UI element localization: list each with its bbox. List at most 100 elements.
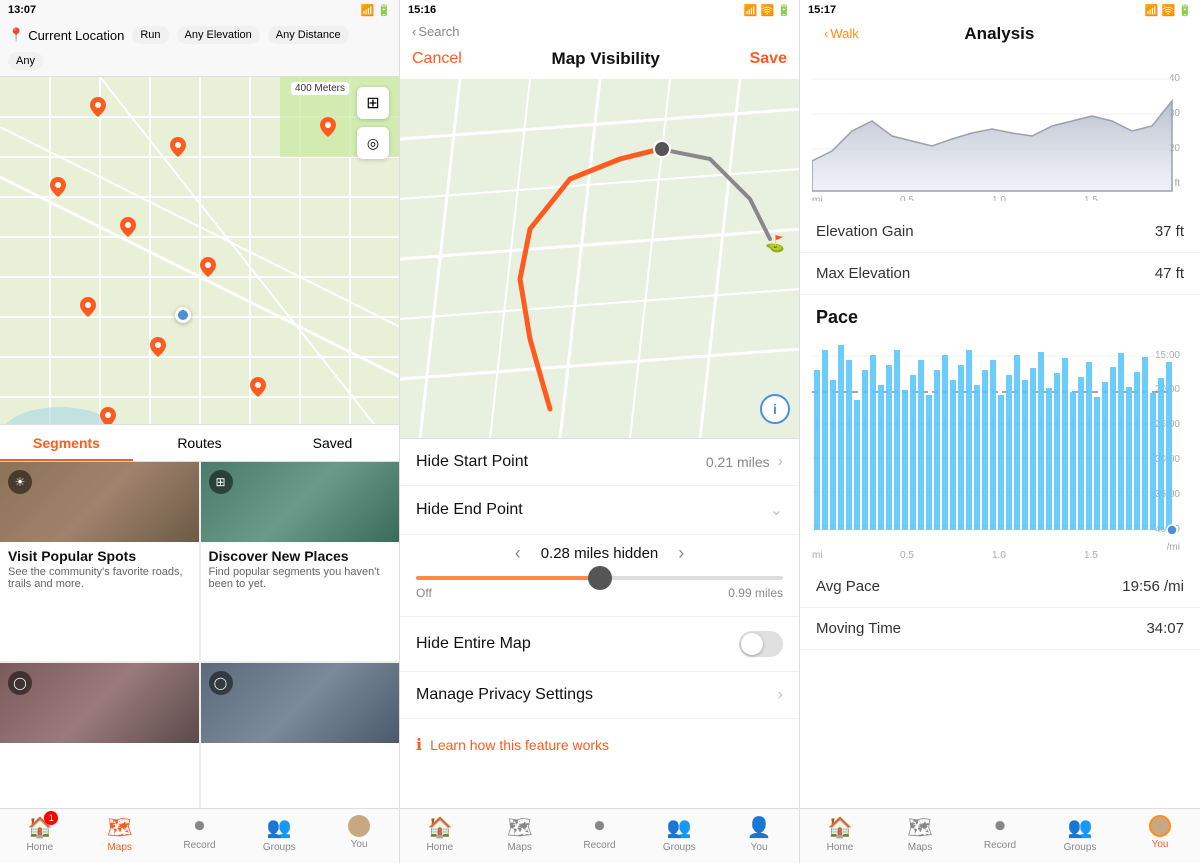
save-button[interactable]: Save xyxy=(750,50,787,68)
nav-groups-3[interactable]: 👥 Groups xyxy=(1040,815,1120,853)
avg-pace-value: 19:56 /mi xyxy=(1122,578,1184,595)
you-label-2: You xyxy=(751,842,768,853)
pace-title: Pace xyxy=(816,307,858,327)
time-1: 13:07 xyxy=(8,4,36,16)
filter-distance[interactable]: Any Distance xyxy=(268,26,349,44)
map-pin-4[interactable] xyxy=(120,217,136,242)
learn-row[interactable]: ℹ Learn how this feature works xyxy=(400,719,799,771)
elevation-gain-value: 37 ft xyxy=(1155,223,1184,240)
nav-home-2[interactable]: 🏠 Home xyxy=(400,815,480,853)
info-icon: ℹ xyxy=(416,735,422,755)
moving-time-row: Moving Time 34:07 xyxy=(800,608,1200,650)
nav-record-1[interactable]: ⏺ Record xyxy=(160,815,240,853)
back-label-2[interactable]: Search xyxy=(418,24,459,39)
nav-home-3[interactable]: 🏠 Home xyxy=(800,815,880,853)
nav-maps-1[interactable]: 🗺 Maps xyxy=(80,815,160,853)
page-title-2: Map Visibility xyxy=(552,49,660,69)
time-3: 15:17 xyxy=(808,4,836,16)
manage-privacy-row[interactable]: Manage Privacy Settings › xyxy=(400,672,799,719)
location-button[interactable]: 📍 Current Location xyxy=(8,27,124,43)
panel-map: 13:07 📶 🔋 📍 Current Location Run Any Ele… xyxy=(0,0,400,863)
nav-groups-2[interactable]: 👥 Groups xyxy=(639,815,719,853)
you-icon-2: 👤 xyxy=(747,815,772,840)
home-icon-2: 🏠 xyxy=(427,815,452,840)
tab-segments[interactable]: Segments xyxy=(0,425,133,461)
route-map[interactable]: ⛳ i mapbox xyxy=(400,79,799,439)
map-pin-7[interactable] xyxy=(150,337,166,362)
bottom-nav-3: 🏠 Home 🗺 Maps ⏺ Record 👥 Groups You xyxy=(800,808,1200,863)
card-popular-spots[interactable]: ☀ Visit Popular Spots See the community'… xyxy=(0,462,199,661)
nav-you-3[interactable]: You xyxy=(1120,815,1200,853)
card-body-1: Visit Popular Spots See the community's … xyxy=(0,542,199,596)
layers-button[interactable]: ⊞ xyxy=(357,87,389,119)
map-pin-8[interactable] xyxy=(250,377,266,402)
chevron-privacy: › xyxy=(778,686,783,704)
card-icon-3: ◯ xyxy=(8,671,32,695)
cancel-button[interactable]: Cancel xyxy=(412,50,462,68)
card-3[interactable]: ◯ xyxy=(0,663,199,808)
svg-text:1.0: 1.0 xyxy=(992,195,1006,201)
card-4[interactable]: ◯ xyxy=(201,663,400,808)
location-label: Current Location xyxy=(28,28,124,43)
map-pin-11[interactable] xyxy=(320,117,336,142)
you-label-1: You xyxy=(351,839,368,850)
slider-prev[interactable]: ‹ xyxy=(515,543,521,564)
groups-icon-2: 👥 xyxy=(667,815,692,840)
svg-text:mi: mi xyxy=(812,550,823,560)
nav-maps-2[interactable]: 🗺 Maps xyxy=(480,815,560,853)
nav-groups-1[interactable]: 👥 Groups xyxy=(239,815,319,853)
you-label-3: You xyxy=(1152,839,1169,850)
route-map-svg: ⛳ i mapbox xyxy=(400,79,799,439)
user-location xyxy=(175,307,191,323)
slider-thumb[interactable] xyxy=(588,566,612,590)
back-button-3[interactable]: ‹ Walk xyxy=(812,22,871,45)
map-pin-6[interactable] xyxy=(80,297,96,322)
nav-you-1[interactable]: You xyxy=(319,815,399,853)
location-icon: 📍 xyxy=(8,27,24,43)
hide-entire-toggle[interactable] xyxy=(739,631,783,657)
back-bar-2: ‹ Search xyxy=(400,20,799,43)
panel-analysis: 15:17 📶 🛜 🔋 ‹ Walk Analysis 40 30 20 ft xyxy=(800,0,1200,863)
nav-record-3[interactable]: ⏺ Record xyxy=(960,815,1040,853)
avatar-3 xyxy=(1149,815,1171,837)
max-elevation-value: 47 ft xyxy=(1155,265,1184,282)
hide-entire-map-row[interactable]: Hide Entire Map xyxy=(400,617,799,672)
map-pin-2[interactable] xyxy=(170,137,186,162)
map-pin-9[interactable] xyxy=(100,407,116,424)
svg-text:i: i xyxy=(773,401,777,417)
card-img-2: ⊞ xyxy=(201,462,400,542)
options-list: Hide Start Point 0.21 miles › Hide End P… xyxy=(400,439,799,808)
nav-record-2[interactable]: ⏺ Record xyxy=(560,815,640,853)
nav-you-2[interactable]: 👤 You xyxy=(719,815,799,853)
chevron-start: › xyxy=(778,453,783,471)
center-location-button[interactable]: ◎ xyxy=(357,127,389,159)
card-discover[interactable]: ⊞ Discover New Places Find popular segme… xyxy=(201,462,400,661)
tab-routes[interactable]: Routes xyxy=(133,425,266,461)
hide-start-label: Hide Start Point xyxy=(416,453,528,471)
nav-maps-3[interactable]: 🗺 Maps xyxy=(880,815,960,853)
toggle-knob xyxy=(741,633,763,655)
slider-container[interactable] xyxy=(416,576,783,580)
back-chevron-2: ‹ xyxy=(412,24,416,39)
filter-elevation[interactable]: Any Elevation xyxy=(177,26,260,44)
home-icon-1: 🏠1 xyxy=(27,815,52,840)
slider-next[interactable]: › xyxy=(678,543,684,564)
map-pin-3[interactable] xyxy=(50,177,66,202)
max-elevation-row: Max Elevation 47 ft xyxy=(800,253,1200,295)
map-pin-5[interactable] xyxy=(200,257,216,282)
map-view[interactable]: 400 Meters ⊞ ◎ xyxy=(0,77,399,424)
hide-start-point-row[interactable]: Hide Start Point 0.21 miles › xyxy=(400,439,799,486)
hide-end-right: ⌄ xyxy=(770,500,783,520)
moving-time-label: Moving Time xyxy=(816,620,901,637)
you-icon-1 xyxy=(348,815,370,837)
filter-run[interactable]: Run xyxy=(132,26,168,44)
slider-section: ‹ 0.28 miles hidden › Off 0.99 miles xyxy=(400,535,799,617)
filter-any[interactable]: Any xyxy=(8,52,43,70)
tab-saved[interactable]: Saved xyxy=(266,425,399,461)
hide-end-point-row[interactable]: Hide End Point ⌄ xyxy=(400,486,799,535)
page-title-3: Analysis xyxy=(871,24,1128,44)
map-pin-1[interactable] xyxy=(90,97,106,122)
svg-text:ft: ft xyxy=(1174,178,1180,189)
nav-home-1[interactable]: 🏠1 Home xyxy=(0,815,80,853)
distance-label: 400 Meters xyxy=(291,82,349,95)
